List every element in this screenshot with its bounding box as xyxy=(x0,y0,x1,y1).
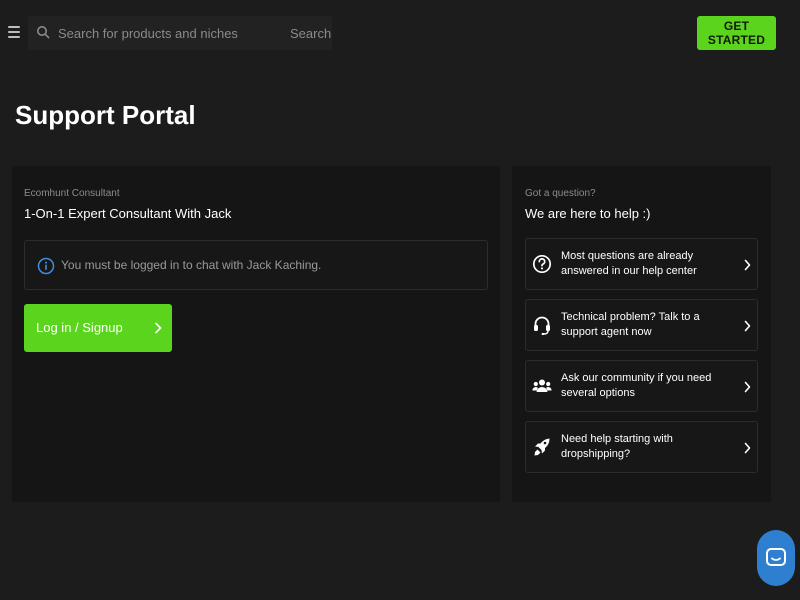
help-eyebrow: Got a question? xyxy=(525,188,596,199)
consultant-panel: Ecomhunt Consultant 1-On-1 Expert Consul… xyxy=(12,166,500,502)
help-item-help-center[interactable]: Most questions are already answered in o… xyxy=(525,238,758,290)
search-input[interactable] xyxy=(58,24,278,42)
page-title: Support Portal xyxy=(15,100,196,130)
login-signup-button[interactable]: Log in / Signup xyxy=(24,304,172,352)
top-bar: Search GET STARTED xyxy=(0,0,800,66)
consultant-eyebrow: Ecomhunt Consultant xyxy=(24,188,120,199)
rocket-icon xyxy=(534,438,550,456)
search-icon xyxy=(37,26,50,39)
chat-launcher-button[interactable] xyxy=(757,530,795,586)
help-item-dropshipping[interactable]: Need help starting with dropshipping? xyxy=(525,421,758,473)
headset-icon xyxy=(534,316,550,335)
help-item-text: Most questions are already answered in o… xyxy=(561,250,697,277)
chevron-right-icon xyxy=(744,381,751,393)
info-icon xyxy=(37,257,55,275)
notice-text: You must be logged in to chat with Jack … xyxy=(61,258,322,272)
chevron-right-icon xyxy=(744,320,751,332)
chevron-right-icon xyxy=(744,442,751,454)
login-signup-label: Log in / Signup xyxy=(36,320,123,335)
consultant-heading: 1-On-1 Expert Consultant With Jack xyxy=(24,206,232,221)
help-item-text: Ask our community if you need several op… xyxy=(561,372,712,399)
search-bar: Search xyxy=(28,16,332,50)
chevron-right-icon xyxy=(744,259,751,271)
help-item-community[interactable]: Ask our community if you need several op… xyxy=(525,360,758,412)
chat-icon xyxy=(766,548,786,566)
users-icon xyxy=(532,379,552,392)
help-item-text: Need help starting with dropshipping? xyxy=(561,433,673,460)
chevron-right-icon xyxy=(155,322,162,334)
get-started-button[interactable]: GET STARTED xyxy=(697,16,776,50)
login-notice: You must be logged in to chat with Jack … xyxy=(24,240,488,290)
help-item-text: Technical problem? Talk to a support age… xyxy=(561,311,700,338)
help-item-support-agent[interactable]: Technical problem? Talk to a support age… xyxy=(525,299,758,351)
help-heading: We are here to help :) xyxy=(525,206,651,221)
search-button[interactable]: Search xyxy=(290,24,331,42)
hamburger-menu-icon[interactable] xyxy=(8,26,20,38)
help-panel: Got a question? We are here to help :) M… xyxy=(512,166,771,502)
question-circle-icon xyxy=(532,254,552,274)
